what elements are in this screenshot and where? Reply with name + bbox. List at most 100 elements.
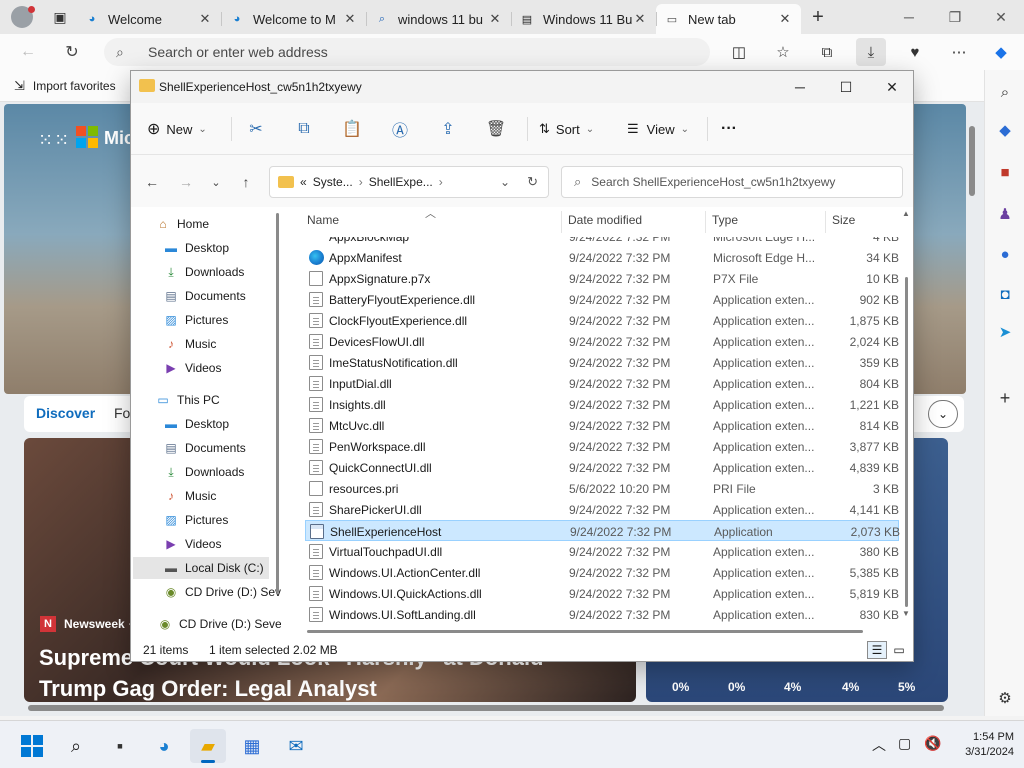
explorer-title-bar[interactable]: ShellExperienceHost_cw5n1h2txyewy ─ ☐ ✕	[131, 71, 913, 103]
sort-button[interactable]: ⇅ Sort ⌄	[539, 116, 594, 142]
file-row[interactable]: InputDial.dll 9/24/2022 7:32 PM Applicatio…	[305, 373, 899, 394]
column-header-name[interactable]: Name	[307, 213, 339, 233]
address-input[interactable]	[148, 44, 648, 60]
scrollbar-thumb[interactable]	[28, 705, 944, 711]
file-row-partial[interactable]: AppxBlockMap 9/24/2022 7:32 PM Microsoft E…	[305, 237, 899, 247]
page-horizontal-scrollbar[interactable]	[6, 702, 958, 714]
view-button[interactable]: ☰ View ⌄	[627, 116, 689, 142]
nav-item[interactable]: ▬Desktop📌	[163, 237, 229, 259]
chevron-up-icon[interactable]: ︿	[872, 735, 886, 755]
nav-item[interactable]: ♪ Music	[163, 333, 216, 355]
file-row[interactable]: ClockFlyoutExperience.dll 9/24/2022 7:32 …	[305, 310, 899, 331]
browser-tab[interactable]: ◕ Welcome to M ✕	[221, 4, 366, 34]
chevron-right-icon[interactable]: ›	[439, 175, 443, 189]
maximize-icon[interactable]: ☐	[823, 71, 869, 103]
edge-icon[interactable]: ◕	[146, 729, 182, 763]
nav-item[interactable]: ▤ Documents	[163, 437, 245, 459]
scroll-down-icon[interactable]: ▼	[902, 609, 910, 618]
close-tab-icon[interactable]: ✕	[632, 11, 648, 27]
nav-item[interactable]: ◉ CD Drive (D:) Seve	[157, 613, 281, 635]
up-icon[interactable]: ↑	[233, 169, 259, 195]
outlook-icon[interactable]: ◘	[993, 282, 1017, 306]
file-row[interactable]: AppxSignature.p7x 9/24/2022 7:32 PM P7X Fi…	[305, 268, 899, 289]
scroll-up-icon[interactable]: ▲	[902, 209, 910, 218]
column-header-date[interactable]: Date modified	[568, 213, 642, 233]
back-icon[interactable]: ←	[139, 169, 165, 195]
close-tab-icon[interactable]: ✕	[777, 11, 793, 27]
file-row[interactable]: PenWorkspace.dll 9/24/2022 7:32 PM Applica…	[305, 436, 899, 457]
more-menu-icon[interactable]: ⋯	[944, 38, 974, 66]
see-more-button[interactable]: ···	[721, 116, 737, 142]
file-row[interactable]: Windows.UI.ActionCenter.dll 9/24/2022 7:3…	[305, 562, 899, 583]
nav-item[interactable]: ⤓Downloads📌	[163, 261, 244, 283]
chevron-down-icon[interactable]: ⌄	[500, 175, 510, 189]
delete-icon[interactable]: 🗑	[481, 116, 511, 142]
scrollbar-thumb[interactable]	[969, 126, 975, 196]
refresh-icon[interactable]: ↻	[527, 174, 538, 190]
close-window-icon[interactable]: ✕	[978, 0, 1024, 34]
system-clock[interactable]: 1:54 PM 3/31/2024	[952, 730, 1014, 760]
file-row[interactable]: VirtualTouchpadUI.dll 9/24/2022 7:32 PM Ap…	[305, 541, 899, 562]
file-row[interactable]: ImeStatusNotification.dll 9/24/2022 7:32 …	[305, 352, 899, 373]
volume-muted-icon[interactable]: 🔇	[924, 735, 941, 752]
nav-item[interactable]: ⌂ Home	[155, 213, 209, 235]
file-list-scrollbar[interactable]: ▲ ▼	[902, 209, 911, 619]
nav-item[interactable]: ⤓ Downloads	[163, 461, 244, 483]
store-icon[interactable]: ▦	[234, 729, 270, 763]
file-row[interactable]: QuickConnectUI.dll 9/24/2022 7:32 PM Appli…	[305, 457, 899, 478]
column-divider[interactable]	[705, 211, 706, 233]
copilot-sidebar-icon[interactable]: ●	[993, 242, 1017, 266]
paste-icon[interactable]: 📋	[337, 116, 367, 142]
close-tab-icon[interactable]: ✕	[197, 11, 213, 27]
browser-tab[interactable]: ⌕ windows 11 bu ✕	[366, 4, 511, 34]
scrollbar-thumb[interactable]	[905, 277, 908, 607]
file-row[interactable]: BatteryFlyoutExperience.dll 9/24/2022 7:3…	[305, 289, 899, 310]
copy-icon[interactable]: ⧉	[289, 116, 319, 142]
rename-icon[interactable]: Ⓐ	[385, 116, 415, 142]
breadcrumb-shellexperience[interactable]: ShellExpe...	[369, 175, 433, 189]
explorer-search[interactable]: ⌕	[561, 166, 903, 198]
tab-following[interactable]: Fo	[114, 405, 130, 421]
nav-pane-scrollbar[interactable]	[276, 213, 280, 643]
restore-icon[interactable]: ❐	[932, 0, 978, 34]
performance-icon[interactable]: ♥	[900, 38, 930, 66]
page-vertical-scrollbar[interactable]	[966, 106, 978, 698]
file-row[interactable]: Windows.UI.QuickActions.dll 9/24/2022 7:3…	[305, 583, 899, 604]
chevron-down-icon[interactable]: ⌄	[928, 400, 958, 428]
file-row[interactable]: AppxManifest 9/24/2022 7:32 PM Microsoft E…	[305, 247, 899, 268]
games-icon[interactable]: ♟	[993, 202, 1017, 226]
breadcrumb-system[interactable]: Syste...	[313, 175, 353, 189]
nav-item[interactable]: ▶ Videos	[163, 357, 221, 379]
file-row[interactable]: resources.pri 5/6/2022 10:20 PM PRI File 3 …	[305, 478, 899, 499]
add-sidebar-icon[interactable]: +	[993, 386, 1017, 410]
file-list-hscrollbar[interactable]	[301, 627, 905, 637]
file-explorer-icon[interactable]: ▰	[190, 729, 226, 763]
file-row[interactable]: SharePickerUI.dll 9/24/2022 7:32 PM Applic…	[305, 499, 899, 520]
nav-item[interactable]: ▶ Videos	[163, 533, 221, 555]
column-header-type[interactable]: Type	[712, 213, 738, 233]
column-divider[interactable]	[561, 211, 562, 233]
browser-tab[interactable]: ▤ Windows 11 Bu ✕	[511, 4, 656, 34]
explorer-search-input[interactable]	[591, 175, 882, 189]
mail-icon[interactable]: ✉	[278, 729, 314, 763]
file-row[interactable]: Windows.UI.SoftLanding.dll 9/24/2022 7:32…	[305, 604, 899, 625]
nav-item[interactable]: ▬ Local Disk (C:)	[133, 557, 269, 579]
close-tab-icon[interactable]: ✕	[342, 11, 358, 27]
close-icon[interactable]: ✕	[869, 71, 915, 103]
close-tab-icon[interactable]: ✕	[487, 11, 503, 27]
import-favorites-link[interactable]: ⇲ Import favorites	[14, 78, 116, 94]
network-icon[interactable]: ▢	[898, 735, 911, 752]
address-path[interactable]: « Syste... › ShellExpe... › ⌄ ↻	[269, 166, 549, 198]
tab-discover[interactable]: Discover	[36, 405, 95, 421]
profile-button[interactable]	[0, 0, 44, 34]
browser-tab[interactable]: ◕ Welcome ✕	[76, 4, 221, 34]
column-divider[interactable]	[825, 211, 826, 233]
tiles-view-icon[interactable]: ▭	[889, 641, 909, 659]
share-icon[interactable]: ⇪	[433, 116, 463, 142]
file-row[interactable]: MtcUvc.dll 9/24/2022 7:32 PM Application e…	[305, 415, 899, 436]
file-row[interactable]: Insights.dll 9/24/2022 7:32 PM Application…	[305, 394, 899, 415]
forward-icon[interactable]: →	[173, 169, 199, 195]
file-row[interactable]: ShellExperienceHost 9/24/2022 7:32 PM Appl…	[305, 520, 900, 541]
split-screen-icon[interactable]: ◫	[724, 38, 754, 66]
minimize-icon[interactable]: ─	[777, 71, 823, 103]
